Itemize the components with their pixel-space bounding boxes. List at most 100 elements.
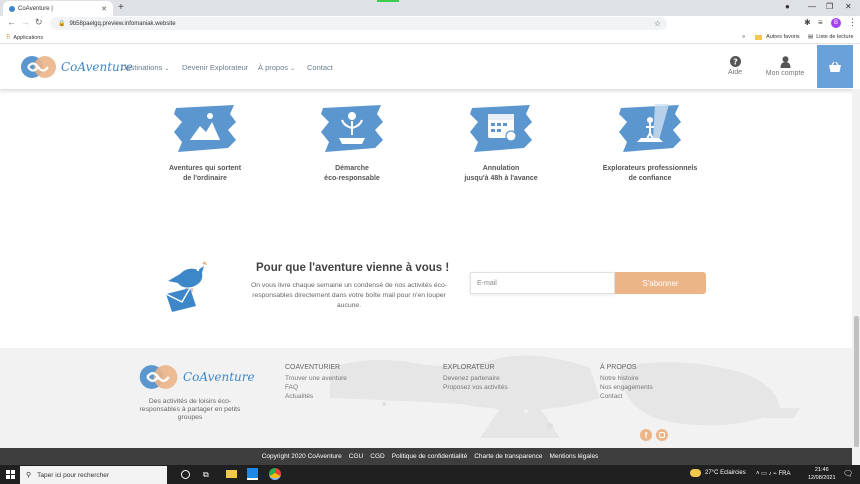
cortana-icon[interactable] bbox=[181, 470, 190, 479]
help-button[interactable]: ? Aide bbox=[722, 56, 748, 76]
footer-logo-text: CoAventure bbox=[183, 370, 255, 384]
clock-time: 21:46 bbox=[814, 467, 829, 473]
subscribe-label: S'abonner bbox=[642, 278, 679, 288]
nav-destinations[interactable]: Destinations ⌄ bbox=[121, 63, 169, 72]
instagram-icon[interactable] bbox=[656, 429, 668, 441]
facebook-icon[interactable]: f bbox=[640, 429, 652, 441]
account-button[interactable]: Mon compte bbox=[762, 56, 808, 77]
apps-bookmark[interactable]: ⠿ Applications bbox=[6, 34, 44, 42]
subscribe-button[interactable]: S'abonner bbox=[615, 272, 706, 294]
taskbar-search-placeholder: Taper ici pour rechercher bbox=[37, 471, 110, 479]
tab-title: CoAventure | bbox=[18, 5, 53, 12]
feature-label-line2: éco-responsable bbox=[324, 175, 380, 182]
newsletter-title: Pour que l'aventure vienne à vous ! bbox=[256, 262, 450, 274]
feature-label-line2: jusqu'à 48h à l'avance bbox=[464, 175, 538, 182]
footer-link[interactable]: Nos engagements bbox=[600, 384, 653, 391]
nav-label: Devenir Explorateur bbox=[182, 63, 249, 72]
apps-label: Applications bbox=[13, 34, 44, 41]
bookmark-star-icon[interactable]: ☆ bbox=[654, 19, 661, 28]
weather-text[interactable]: 27°C Eclaircies bbox=[705, 470, 746, 476]
reload-icon[interactable]: ↻ bbox=[35, 17, 43, 28]
nav-contact[interactable]: Contact bbox=[307, 63, 333, 72]
calendar-icon bbox=[470, 105, 532, 152]
logo-mark-icon bbox=[139, 365, 178, 389]
feature-label-line1: Annulation bbox=[482, 165, 520, 172]
taskbar-search[interactable]: ⚲ Taper ici pour rechercher bbox=[20, 466, 167, 484]
legal-link-mentions[interactable]: Mentions légales bbox=[550, 453, 599, 460]
maximize-button[interactable]: ❐ bbox=[826, 2, 833, 11]
reading-list[interactable]: ▤ Liste de lecture bbox=[808, 34, 854, 40]
nav-label: Contact bbox=[307, 63, 333, 72]
extensions-icon[interactable]: ✱ bbox=[804, 18, 811, 27]
nav-label: À propos bbox=[258, 63, 289, 72]
minimize-button[interactable]: — bbox=[808, 2, 816, 11]
footer-heading: COAVENTURIER bbox=[285, 364, 341, 371]
footer-link[interactable]: FAQ bbox=[285, 384, 347, 391]
footer-link[interactable]: Trouver une aventure bbox=[285, 375, 347, 382]
legal-link-cgd[interactable]: CGD bbox=[370, 453, 384, 460]
help-label: Aide bbox=[727, 69, 742, 76]
feature-cancellation: Annulation jusqu'à 48h à l'avance bbox=[446, 100, 556, 184]
site-logo[interactable]: CoAventure bbox=[18, 54, 133, 80]
scrollbar-thumb[interactable] bbox=[854, 316, 859, 447]
feature-label-line2: de l'ordinaire bbox=[183, 175, 227, 182]
copyright-text: Copyright 2020 CoAventure bbox=[261, 453, 342, 460]
close-window-button[interactable]: ✕ bbox=[845, 2, 852, 11]
windows-start-icon[interactable] bbox=[6, 470, 15, 479]
search-icon: ⚲ bbox=[26, 472, 32, 479]
folder-icon bbox=[755, 34, 763, 40]
chrome-icon[interactable] bbox=[269, 468, 281, 480]
chevron-right-icon: » bbox=[742, 34, 746, 40]
nav-devenir-explorateur[interactable]: Devenir Explorateur bbox=[182, 63, 248, 72]
legal-link-privacy[interactable]: Politique de confidentialité bbox=[392, 453, 468, 460]
nav-a-propos[interactable]: À propos ⌄ bbox=[258, 63, 295, 72]
file-explorer-icon[interactable] bbox=[226, 470, 237, 478]
feature-explorers: Explorateurs professionnels de confiance bbox=[594, 100, 706, 184]
adventure-icon bbox=[174, 105, 236, 152]
new-tab-button[interactable]: + bbox=[118, 2, 124, 13]
profile-avatar[interactable]: B bbox=[831, 18, 841, 28]
legal-bar: Copyright 2020 CoAventure CGU CGD Politi… bbox=[0, 448, 860, 465]
tab-active-indicator bbox=[377, 0, 399, 2]
footer-link[interactable]: Notre histoire bbox=[600, 375, 653, 382]
close-tab-icon[interactable]: ✕ bbox=[101, 5, 107, 13]
logo-mark-icon bbox=[21, 56, 56, 78]
newsletter-bird-icon bbox=[165, 261, 207, 312]
footer-link[interactable]: Actualités bbox=[285, 393, 347, 400]
browser-tab-bar bbox=[0, 0, 860, 16]
chevron-down-icon: ⌄ bbox=[164, 66, 170, 72]
explorer-icon bbox=[619, 104, 681, 152]
other-favorites[interactable]: » Autres favoris bbox=[742, 34, 800, 40]
user-icon bbox=[780, 56, 790, 68]
back-icon[interactable]: ← bbox=[7, 17, 16, 27]
footer-link[interactable]: Devenez partenaire bbox=[443, 375, 508, 382]
browser-tab[interactable]: CoAventure | ✕ bbox=[3, 1, 113, 16]
email-input[interactable]: E-mail bbox=[470, 272, 615, 294]
forward-icon[interactable]: → bbox=[21, 17, 30, 27]
media-icon[interactable]: ≡ bbox=[818, 18, 823, 27]
clock[interactable]: 21:46 12/08/2021 bbox=[808, 466, 836, 482]
feature-eco: Démarche éco-responsable bbox=[297, 100, 407, 184]
footer-logo[interactable]: CoAventure bbox=[136, 363, 255, 391]
footer-column-coaventurier: COAVENTURIER Trouver une aventure FAQ Ac… bbox=[285, 364, 347, 400]
legal-link-transparency[interactable]: Charte de transparence bbox=[474, 453, 542, 460]
apps-grid-icon: ⠿ bbox=[6, 35, 11, 41]
notification-icon[interactable]: 🗨 bbox=[843, 469, 853, 478]
bookmarks-bar bbox=[0, 32, 860, 44]
feature-label-line1: Explorateurs professionnels bbox=[602, 165, 698, 172]
weather-icon[interactable] bbox=[690, 469, 701, 477]
legal-link-cgu[interactable]: CGU bbox=[349, 453, 363, 460]
record-icon[interactable]: ● bbox=[785, 2, 790, 11]
task-view-icon[interactable]: ⧉ bbox=[203, 470, 209, 480]
footer-link[interactable]: Proposez vos activités bbox=[443, 384, 508, 391]
email-placeholder: E-mail bbox=[477, 279, 497, 287]
vscode-icon[interactable] bbox=[247, 468, 258, 480]
menu-icon[interactable]: ⋮ bbox=[848, 17, 857, 28]
nav-label: Destinations bbox=[121, 63, 163, 72]
eco-plant-icon bbox=[321, 105, 383, 152]
address-bar[interactable]: 🔒 9b58paelgq.preview.infomaniak.website … bbox=[50, 17, 667, 30]
footer-link[interactable]: Contact bbox=[600, 393, 653, 400]
feature-label-line2: de confiance bbox=[628, 175, 672, 182]
cart-button[interactable] bbox=[817, 45, 853, 88]
system-tray-icons[interactable]: ˄ ▭ ♪ ⌁ FRA bbox=[756, 470, 790, 477]
